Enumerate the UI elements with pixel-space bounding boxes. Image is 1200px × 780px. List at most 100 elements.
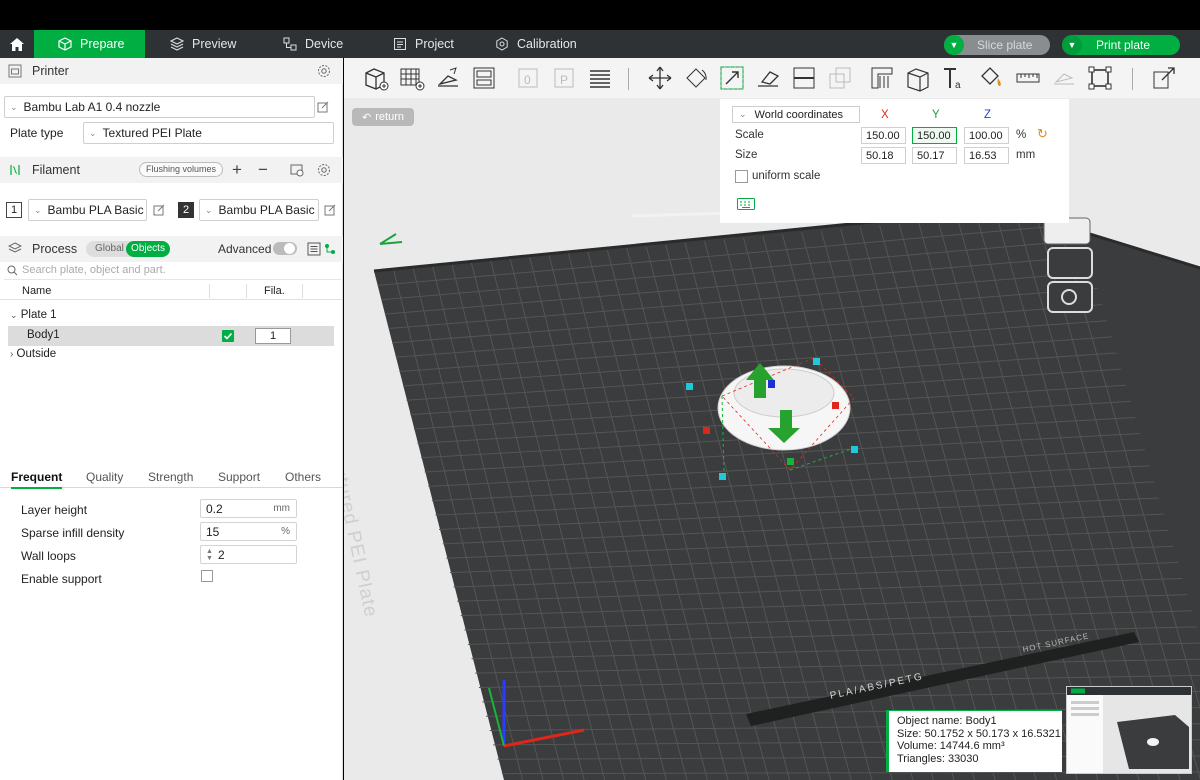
tab-others[interactable]: Others [285, 470, 321, 484]
fit-view-icon[interactable] [1086, 64, 1114, 92]
edit-filament-1-icon[interactable] [152, 203, 166, 217]
split-objects-icon[interactable]: 0 [514, 64, 542, 92]
arrange-icon[interactable] [470, 64, 498, 92]
scale-x-input[interactable]: 150.00 [861, 127, 906, 144]
tab-project-label: Project [415, 37, 454, 51]
plate-thumbnail[interactable] [1066, 686, 1192, 774]
enable-support-checkbox[interactable] [201, 570, 213, 582]
list-view-icon[interactable] [307, 242, 321, 256]
tab-strength[interactable]: Strength [148, 470, 193, 484]
return-button[interactable]: ↶ return [352, 108, 414, 126]
object-triangles-line: Triangles: 33030 [897, 752, 979, 765]
size-z-input[interactable]: 16.53 [964, 147, 1009, 164]
device-icon [283, 37, 297, 51]
search-box[interactable]: Search plate, object and part. [4, 262, 341, 280]
rotate-icon[interactable] [682, 64, 710, 92]
scale-z-input[interactable]: 100.00 [964, 127, 1009, 144]
project-icon [394, 38, 406, 50]
infill-input[interactable]: 15 % [200, 522, 297, 541]
lay-on-face-icon[interactable] [754, 64, 782, 92]
chevron-down-icon: ⌄ [89, 127, 97, 138]
auto-orient-icon[interactable] [434, 64, 462, 92]
slice-dropdown-icon[interactable]: ▼ [944, 35, 964, 55]
tab-prepare[interactable]: Prepare [34, 30, 145, 58]
measure-icon[interactable] [1014, 64, 1042, 92]
scale-icon[interactable] [718, 64, 746, 92]
plate-type-select[interactable]: ⌄ Textured PEI Plate [83, 122, 334, 144]
tab-device-label: Device [305, 37, 344, 51]
add-filament-icon[interactable]: + [232, 160, 242, 180]
printer-name: Bambu Lab A1 0.4 nozzle [23, 100, 161, 114]
tab-preview-label: Preview [192, 37, 237, 51]
filament-slot-2-select[interactable]: ⌄ Bambu PLA Basic [199, 199, 319, 221]
seam-paint-icon[interactable] [904, 64, 932, 92]
slice-plate-button[interactable]: ▼ Slice plate [944, 35, 1050, 55]
text-tool-icon[interactable]: a [940, 64, 968, 92]
filament-settings-icon[interactable] [290, 163, 304, 177]
uniform-scale-checkbox[interactable] [735, 170, 748, 183]
flushing-volumes-button[interactable]: Flushing volumes [139, 162, 224, 177]
variable-layer-icon[interactable] [586, 64, 614, 92]
cut-icon[interactable] [790, 64, 818, 92]
layer-height-input[interactable]: 0.2 mm [200, 499, 297, 518]
filament-slot-2-index: 2 [178, 202, 194, 218]
add-object-icon[interactable] [362, 64, 390, 92]
tab-calibration[interactable]: Calibration [495, 30, 577, 58]
size-x-input[interactable]: 50.18 [861, 147, 906, 164]
layer-height-label: Layer height [21, 503, 88, 517]
explode-icon[interactable] [1150, 64, 1178, 92]
compare-icon[interactable] [324, 243, 336, 255]
edit-filament-2-icon[interactable] [323, 203, 337, 217]
body-filament-field[interactable]: 1 [255, 328, 291, 344]
infill-label: Sparse infill density [21, 526, 125, 540]
3d-viewport[interactable]: Bambu Textured PEI Plate PLA/ABS/PETG HO… [344, 58, 1200, 780]
printer-section-title: Printer [32, 64, 69, 78]
cube-icon [58, 37, 72, 51]
reset-scale-icon[interactable]: ↻ [1037, 126, 1048, 142]
tree-row-body1[interactable]: Body1 1 [8, 326, 334, 346]
support-paint-icon[interactable] [868, 64, 896, 92]
scale-y-input[interactable]: 150.00 [912, 127, 957, 144]
tab-project[interactable]: Project [393, 30, 454, 58]
toggle-objects[interactable]: Objects [126, 241, 170, 257]
chevron-right-icon: › [10, 349, 14, 360]
print-dropdown-icon[interactable]: ▼ [1062, 35, 1082, 55]
add-plate-icon[interactable] [398, 64, 426, 92]
scale-label: Scale [735, 129, 764, 141]
tab-device[interactable]: Device [283, 30, 343, 58]
edit-printer-icon[interactable] [316, 100, 330, 114]
printer-select[interactable]: ⌄ Bambu Lab A1 0.4 nozzle [4, 96, 315, 118]
tab-preview[interactable]: Preview [170, 30, 236, 58]
keyboard-icon[interactable] [737, 198, 755, 210]
tree-outside[interactable]: › Outside [10, 348, 56, 360]
stepper-arrows-icon[interactable]: ▲ ▼ [206, 548, 213, 562]
tree-plate-1[interactable]: ⌄ Plate 1 [10, 309, 57, 321]
split-parts-icon[interactable]: P [550, 64, 578, 92]
toggle-global[interactable]: Global [95, 243, 124, 254]
wall-loops-stepper[interactable]: ▲ ▼ 2 [200, 545, 297, 564]
color-paint-icon[interactable] [976, 64, 1004, 92]
remove-filament-icon[interactable]: − [258, 160, 268, 180]
assembly-icon[interactable] [1050, 64, 1078, 92]
advanced-switch[interactable] [273, 242, 297, 255]
home-icon[interactable] [0, 30, 34, 58]
size-y-input[interactable]: 50.17 [912, 147, 957, 164]
boolean-icon[interactable] [826, 64, 854, 92]
global-objects-toggle[interactable]: Global Objects [86, 241, 170, 257]
gear-icon[interactable] [317, 64, 331, 78]
search-placeholder: Search plate, object and part. [22, 264, 166, 276]
filament-slot-1-select[interactable]: ⌄ Bambu PLA Basic [28, 199, 147, 221]
undo-arrow-icon: ↶ [362, 111, 372, 124]
visible-checkbox[interactable] [222, 330, 234, 342]
move-icon[interactable] [646, 64, 674, 92]
chevron-down-icon: ⌄ [34, 204, 42, 215]
tab-support[interactable]: Support [218, 470, 260, 484]
object-volume-line: Volume: 14744.6 mm³ [897, 740, 1005, 752]
process-section-header: Process Global Objects Advanced [0, 236, 343, 262]
print-plate-label: Print plate [1096, 38, 1151, 52]
tab-quality[interactable]: Quality [86, 470, 123, 484]
gear-icon[interactable] [317, 163, 331, 177]
tab-frequent[interactable]: Frequent [11, 470, 63, 489]
print-plate-button[interactable]: ▼ Print plate [1062, 35, 1180, 55]
coord-system-select[interactable]: ⌄ World coordinates [732, 106, 860, 123]
